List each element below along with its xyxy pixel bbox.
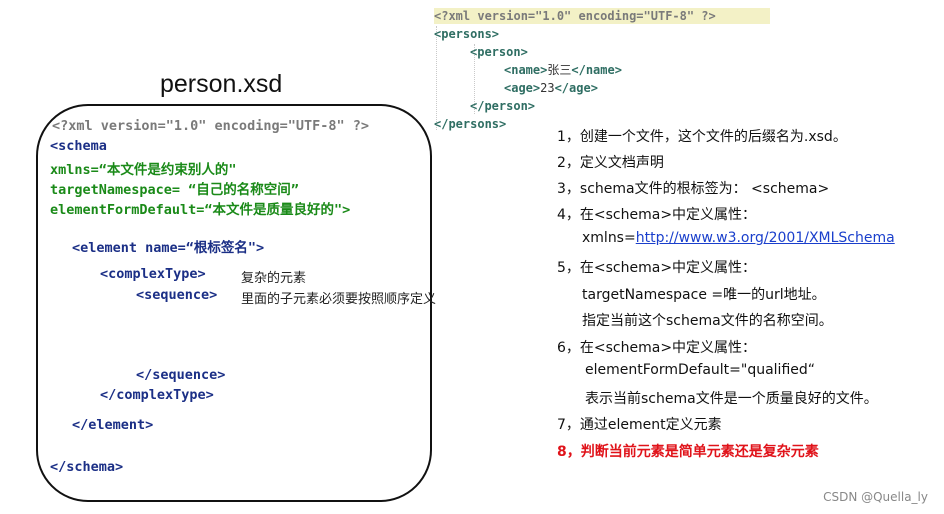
csdn-watermark: CSDN @Quella_ly	[823, 490, 928, 504]
persons-close-tag: </persons>	[434, 117, 507, 131]
xml-schema-namespace-link[interactable]: http://www.w3.org/2001/XMLSchema	[636, 230, 895, 246]
element-form-default-attribute: elementFormDefault=“本文件是质量良好的">	[50, 202, 351, 218]
step-4: 4，在<schema>中定义属性：	[557, 207, 757, 223]
step-3: 3，schema文件的根标签为： <schema>	[557, 181, 830, 197]
name-element: <name>张三</name>	[504, 63, 622, 77]
step-2: 2，定义文档声明	[557, 155, 664, 171]
xml-declaration: <?xml version="1.0" encoding="UTF-8" ?>	[434, 9, 716, 23]
sequence-note: 里面的子元素必须要按照顺序定义	[241, 292, 437, 307]
persons-open-tag: <persons>	[434, 27, 500, 41]
age-element: <age>23</age>	[504, 81, 598, 95]
element-close-tag: </element>	[72, 417, 154, 433]
sequence-close-tag: </sequence>	[136, 367, 226, 383]
step-6: 6，在<schema>中定义属性：	[557, 340, 757, 356]
step-6-description: 表示当前schema文件是一个质量良好的文件。	[585, 391, 878, 407]
complex-type-close-tag: </complexType>	[100, 387, 214, 403]
step-8-highlight: 8，判断当前元素是简单元素还是复杂元素	[557, 444, 819, 460]
person-close-tag: </person>	[470, 99, 536, 113]
xml-sample-code: <?xml version="1.0" encoding="UTF-8" ?> …	[434, 8, 774, 134]
complex-type-note: 复杂的元素	[241, 271, 307, 286]
step-1: 1，创建一个文件，这个文件的后缀名为.xsd。	[557, 129, 847, 145]
schema-xml-declaration: <?xml version="1.0" encoding="UTF-8" ?>	[52, 118, 369, 134]
step-6-element-form-default: elementFormDefault="qualified“	[585, 362, 816, 378]
step-5: 5，在<schema>中定义属性：	[557, 260, 757, 276]
xmlns-attribute: xmlns=“本文件是约束别人的"	[50, 162, 237, 178]
step-5-description: 指定当前这个schema文件的名称空间。	[582, 313, 833, 329]
person-open-tag: <person>	[470, 45, 528, 59]
target-namespace-attribute: targetNamespace= “自己的名称空间”	[50, 182, 299, 198]
step-4-xmlns: xmlns=http://www.w3.org/2001/XMLSchema	[582, 230, 895, 246]
schema-open-tag: <schema	[50, 138, 107, 154]
step-5-target-namespace: targetNamespace =唯一的url地址。	[582, 287, 826, 303]
name-value: 张三	[547, 63, 572, 77]
step-7: 7，通过element定义元素	[557, 417, 722, 433]
element-open-tag: <element name=“根标签名">	[72, 240, 265, 256]
schema-file-title: person.xsd	[160, 70, 283, 98]
complex-type-open-tag: <complexType>	[100, 266, 206, 282]
sequence-open-tag: <sequence>	[136, 287, 218, 303]
age-value: 23	[540, 81, 555, 95]
schema-close-tag: </schema>	[50, 459, 124, 475]
